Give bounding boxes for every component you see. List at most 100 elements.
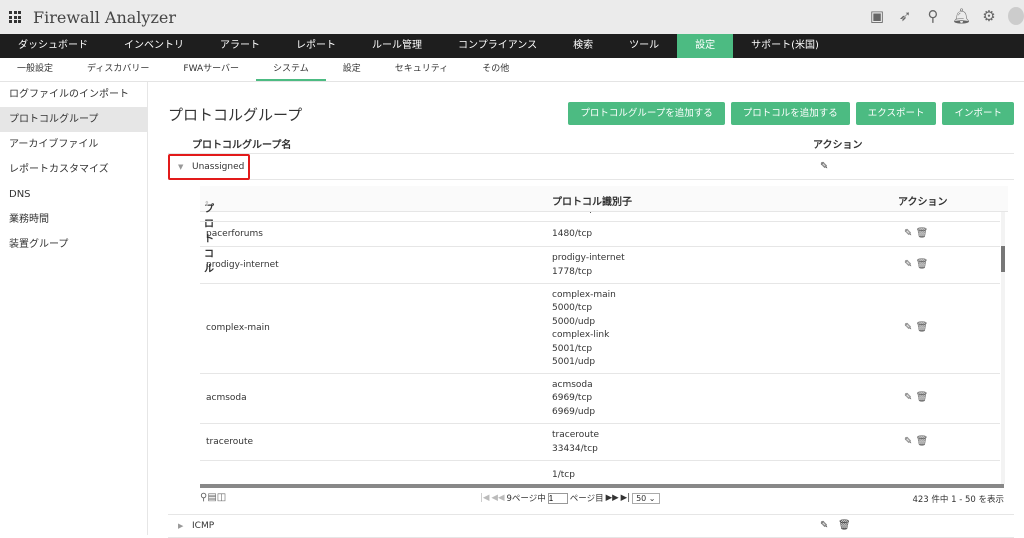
table-row: complex-main complex-main 5000/tcp 5000/udp… [200,284,1000,374]
page-input[interactable] [547,492,568,504]
last-page-button[interactable]: ▶| [621,493,630,503]
sidebar-item[interactable]: プロトコルグループ [0,107,147,132]
protocol-identifiers: complex-main 5000/tcp 5000/udp complex-link… [552,289,616,370]
nav-item[interactable]: ツール [611,34,677,58]
identifier: traceroute [552,430,600,440]
nav-item[interactable]: 設定 [677,34,734,58]
identifier: 1778/tcp [552,266,593,277]
nav-item[interactable]: ルール管理 [354,34,440,58]
group-row-icmp[interactable]: ▶ ICMP ✎ 🗑︎ [168,514,1014,538]
presentation-icon[interactable]: ▣ [868,7,886,25]
subnav-item[interactable]: ディスカバリー [70,58,166,81]
trash-icon[interactable]: 🗑︎ [916,322,929,333]
trash-icon[interactable]: 🗑︎ [916,259,929,270]
sidebar-item[interactable]: レポートカスタマイズ [0,157,147,182]
trash-icon[interactable]: 🗑︎ [916,228,929,239]
nav-item[interactable]: サポート(米国) [733,34,837,58]
sidebar-item[interactable]: 装置グループ [0,232,147,257]
edit-icon[interactable]: ✎ [904,392,916,403]
edit-icon[interactable]: ✎ [904,322,916,333]
identifier: 5001/tcp [552,343,593,354]
edit-icon[interactable]: ✎ [820,161,828,172]
table-row: traceroute traceroute 33434/tcp ✎ 🗑︎ [200,424,1000,461]
app-menu-icon[interactable] [9,11,21,23]
protocol-identifiers: 1480/tcp [552,228,592,242]
trash-icon[interactable]: 🗑︎ [916,392,929,403]
table-row: acmsoda acmsoda 6969/tcp 6969/udp ✎ 🗑︎ [200,374,1000,424]
caret-down-icon[interactable]: ▼ [178,163,183,171]
export-icon[interactable]: ◫ [217,492,226,503]
nav-item[interactable]: アラート [202,34,278,58]
sidebar-item[interactable]: アーカイブファイル [0,132,147,157]
app-header: Firewall Analyzer ▣ ➶ ⚲ 🔔︎ ⚙ [0,0,1024,34]
group-action-header: アクション [813,140,863,151]
page-size-select[interactable]: 50 ⌄ [632,492,660,504]
protocol-identifiers: acmsoda 6969/tcp 6969/udp [552,379,595,420]
identifier-header: プロトコル識別子 [552,197,632,208]
protocol-identifiers: 1/tcp [552,469,575,483]
rocket-icon[interactable]: ➶ [896,7,914,25]
bell-icon[interactable]: 🔔︎ [952,7,971,25]
nav-item[interactable]: コンプライアンス [440,34,555,58]
first-page-button[interactable]: |◀ [480,493,489,503]
page-suffix: ページ目 [569,494,604,504]
identifier: 1480/tcp [552,228,593,239]
subnav-item[interactable]: FWAサーバー [166,58,256,81]
protocol-table: プロトコル ⇕ プロトコル識別子 アクション 2431/udppacerforu… [200,186,1008,512]
sidebar-item[interactable]: 業務時間 [0,207,147,232]
app-title: Firewall Analyzer [33,7,176,27]
edit-icon[interactable]: ✎ [904,259,916,270]
column-chooser-icon[interactable]: ▤ [207,492,216,503]
nav-item[interactable]: ダッシュボード [0,34,106,58]
sub-nav: 一般設定 ディスカバリー FWAサーバー システム 設定 セキュリティ その他 [0,58,1024,82]
row-actions: ✎ 🗑︎ [904,436,928,447]
identifier: 5000/udp [552,316,596,327]
user-avatar-icon[interactable] [1008,7,1024,25]
sidebar-item[interactable]: ログファイルのインポート [0,82,147,107]
subnav-item[interactable]: 設定 [326,58,378,81]
add-protocol-group-button[interactable]: プロトコルグループを追加する [568,102,725,125]
identifier: 2431/udp [552,212,595,217]
sidebar-item[interactable]: DNS [0,182,147,207]
record-summary: 423 件中 1 - 50 を表示 [912,495,1004,505]
trash-icon[interactable]: 🗑︎ [916,436,929,447]
row-actions: ✎ 🗑︎ [904,228,928,239]
edit-icon[interactable]: ✎ [904,228,916,239]
protocol-name: traceroute [206,436,254,447]
nav-item[interactable]: レポート [278,34,354,58]
trash-icon[interactable]: 🗑︎ [838,520,851,531]
sidebar: ログファイルのインポート プロトコルグループ アーカイブファイル レポートカスタマイズ… [0,82,148,535]
protocol-name: complex-main [206,323,270,333]
group-row-unassigned[interactable]: ▼ Unassigned ✎ [168,154,1014,180]
horizontal-scrollbar[interactable] [200,484,1004,488]
edit-icon[interactable]: ✎ [904,436,916,447]
page-title: プロトコルグループ [168,106,303,124]
subnav-item[interactable]: セキュリティ [378,58,465,81]
export-button[interactable]: エクスポート [855,102,937,125]
identifier: 5001/udp [552,357,596,367]
caret-right-icon[interactable]: ▶ [178,522,183,530]
search-icon[interactable]: ⚲ [924,7,942,25]
subnav-item[interactable]: 一般設定 [0,58,70,81]
identifier: 1/tcp [552,470,575,481]
edit-icon[interactable]: ✎ [820,520,828,531]
import-button[interactable]: インポート [942,102,1014,125]
subnav-item[interactable]: その他 [465,58,526,81]
group-name[interactable]: Unassigned [192,162,244,172]
next-page-button[interactable]: ▶▶ [606,493,619,503]
prev-page-button[interactable]: ◀◀ [491,493,504,503]
group-name-header: プロトコルグループ名 [192,140,292,151]
row-actions: ✎ 🗑︎ [904,322,928,333]
action-header: アクション [898,197,948,208]
vertical-scrollbar[interactable] [1001,212,1005,484]
add-protocol-button[interactable]: プロトコルを追加する [730,102,850,125]
subnav-item[interactable]: システム [256,58,326,81]
identifier: acmsoda [552,379,593,390]
protocol-identifiers: prodigy-internet 1778/tcp [552,252,625,279]
group-name[interactable]: ICMP [192,521,214,531]
identifier: 6969/tcp [552,393,593,404]
protocol-identifiers: traceroute 33434/tcp [552,429,599,456]
nav-item[interactable]: インベントリ [106,34,202,58]
gear-icon[interactable]: ⚙ [980,7,998,25]
nav-item[interactable]: 検索 [555,34,611,58]
